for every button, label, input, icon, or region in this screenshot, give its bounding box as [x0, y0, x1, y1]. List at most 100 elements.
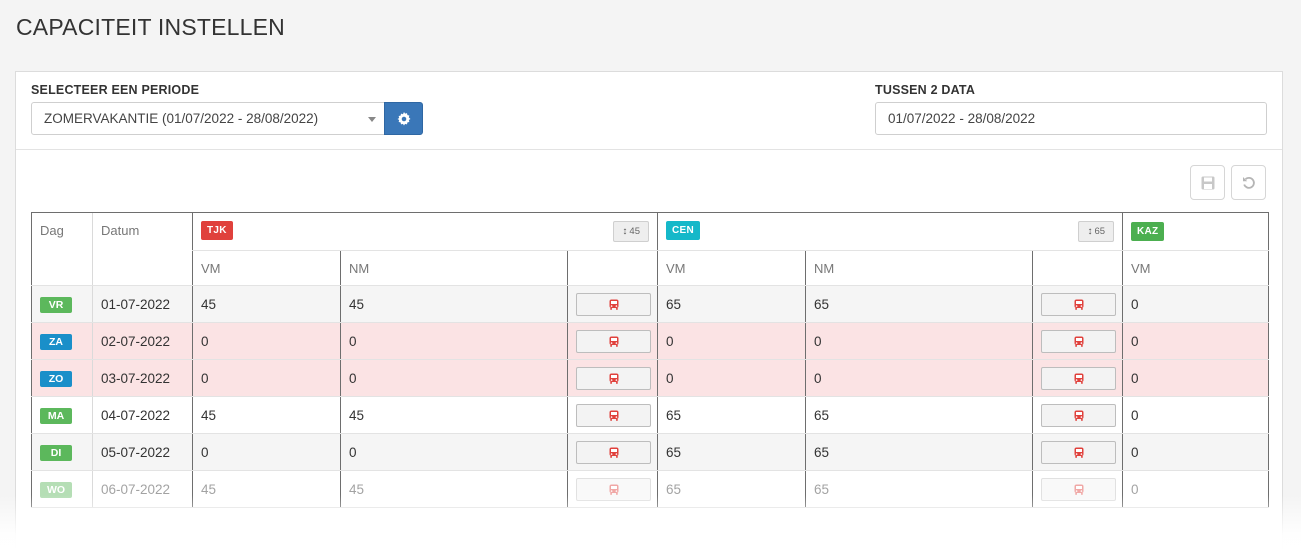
cen-nm-cell[interactable]: 0 [805, 359, 1033, 397]
capacity-button-cen[interactable]: ↕ 65 [1078, 221, 1115, 242]
kaz-vm-cell[interactable]: 0 [1122, 396, 1270, 434]
kaz-vm-cell[interactable]: 0 [1122, 322, 1270, 360]
bus-button[interactable] [576, 329, 651, 353]
cen-nm-cell[interactable]: 65 [805, 433, 1033, 471]
bus-button[interactable] [1041, 366, 1116, 390]
bus-button[interactable] [576, 403, 651, 427]
cen-action-cell [1031, 433, 1123, 471]
gear-icon [397, 112, 411, 126]
bus-button[interactable] [1041, 477, 1116, 501]
day-cell: WO [31, 470, 93, 508]
cen-vm-cell[interactable]: 0 [657, 359, 806, 397]
tjk-vm-cell[interactable]: 45 [192, 396, 341, 434]
tjk-nm-cell[interactable]: 0 [340, 322, 568, 360]
cen-action-cell [1031, 359, 1123, 397]
tjk-vm-cell[interactable]: 45 [192, 470, 341, 508]
col-date: Datum [92, 212, 193, 286]
bus-button[interactable] [576, 440, 651, 464]
capacity-button-tjk[interactable]: ↕ 45 [613, 221, 649, 242]
kaz-vm-cell[interactable]: 0 [1122, 285, 1270, 323]
undo-button[interactable] [1231, 165, 1266, 200]
capacity-panel: SELECTEER EEN PERIODE ZOMERVAKANTIE (01/… [15, 71, 1283, 553]
site-badge-tjk: TJK [201, 221, 233, 240]
bus-button[interactable] [576, 292, 651, 316]
tjk-vm-cell[interactable]: 45 [192, 285, 341, 323]
cen-action-cell [1031, 470, 1123, 508]
date-range-input[interactable]: 01/07/2022 - 28/08/2022 [875, 102, 1267, 135]
cen-vm-cell[interactable]: 65 [657, 433, 806, 471]
period-label: SELECTEER EEN PERIODE [31, 83, 200, 97]
bus-icon [1074, 484, 1084, 495]
date-cell: 06-07-2022 [92, 470, 193, 508]
bus-button[interactable] [1041, 292, 1116, 316]
cen-nm-cell[interactable]: 65 [805, 470, 1033, 508]
bus-icon [1074, 336, 1084, 347]
save-icon [1201, 176, 1215, 190]
date-cell: 02-07-2022 [92, 322, 193, 360]
filters-bar: SELECTEER EEN PERIODE ZOMERVAKANTIE (01/… [16, 72, 1282, 150]
tjk-action-cell [567, 396, 658, 434]
undo-icon [1243, 176, 1255, 189]
capacity-value-tjk: 45 [629, 226, 640, 237]
site-badge-kaz: KAZ [1131, 222, 1165, 241]
date-cell: 05-07-2022 [92, 433, 193, 471]
day-badge: WO [40, 481, 72, 498]
site-header-cen: CEN ↕ 65 [656, 212, 1123, 251]
bus-icon [609, 410, 619, 421]
kaz-vm-cell[interactable]: 0 [1122, 433, 1270, 471]
bus-button[interactable] [1041, 403, 1116, 427]
bus-button[interactable] [576, 477, 651, 501]
site-header-kaz: KAZ [1122, 212, 1270, 251]
tjk-vm-cell[interactable]: 0 [192, 433, 341, 471]
bus-icon [1074, 447, 1084, 458]
day-badge: MA [40, 407, 72, 424]
day-cell: VR [31, 285, 93, 323]
cen-nm-cell[interactable]: 65 [805, 285, 1033, 323]
date-cell: 01-07-2022 [92, 285, 193, 323]
table-row: WO 06-07-2022 45 45 65 65 0 [31, 470, 1270, 508]
period-select-value: ZOMERVAKANTIE (01/07/2022 - 28/08/2022) [44, 111, 319, 126]
sub-header-nm: NM [805, 250, 1033, 286]
tjk-vm-cell[interactable]: 0 [192, 322, 341, 360]
cen-vm-cell[interactable]: 65 [657, 470, 806, 508]
tjk-nm-cell[interactable]: 0 [340, 433, 568, 471]
bus-icon [609, 299, 619, 310]
day-badge: VR [40, 296, 72, 313]
tjk-nm-cell[interactable]: 0 [340, 359, 568, 397]
cen-vm-cell[interactable]: 65 [657, 285, 806, 323]
sub-header-vm: VM [192, 250, 341, 286]
bus-icon [609, 484, 619, 495]
bus-icon [609, 373, 619, 384]
tjk-action-cell [567, 359, 658, 397]
date-cell: 03-07-2022 [92, 359, 193, 397]
bus-button[interactable] [1041, 329, 1116, 353]
cen-nm-cell[interactable]: 65 [805, 396, 1033, 434]
date-range-value: 01/07/2022 - 28/08/2022 [888, 111, 1036, 126]
bus-button[interactable] [576, 366, 651, 390]
date-cell: 04-07-2022 [92, 396, 193, 434]
tjk-action-cell [567, 322, 658, 360]
tjk-action-cell [567, 433, 658, 471]
day-badge: ZA [40, 333, 72, 350]
bus-icon [1074, 299, 1084, 310]
tjk-vm-cell[interactable]: 0 [192, 359, 341, 397]
sub-header-vm: VM [1122, 250, 1270, 286]
col-day: Dag [31, 212, 93, 286]
tjk-action-cell [567, 285, 658, 323]
table-row: DI 05-07-2022 0 0 65 65 0 [31, 433, 1270, 471]
period-settings-button[interactable] [384, 102, 423, 135]
tjk-nm-cell[interactable]: 45 [340, 285, 568, 323]
cen-vm-cell[interactable]: 65 [657, 396, 806, 434]
sub-header-action [1031, 250, 1123, 286]
tjk-nm-cell[interactable]: 45 [340, 396, 568, 434]
cen-nm-cell[interactable]: 0 [805, 322, 1033, 360]
period-select[interactable]: ZOMERVAKANTIE (01/07/2022 - 28/08/2022) [31, 102, 385, 135]
kaz-vm-cell[interactable]: 0 [1122, 359, 1270, 397]
bus-icon [1074, 373, 1084, 384]
cen-action-cell [1031, 396, 1123, 434]
tjk-nm-cell[interactable]: 45 [340, 470, 568, 508]
save-button[interactable] [1190, 165, 1225, 200]
cen-vm-cell[interactable]: 0 [657, 322, 806, 360]
bus-button[interactable] [1041, 440, 1116, 464]
kaz-vm-cell[interactable]: 0 [1122, 470, 1270, 508]
